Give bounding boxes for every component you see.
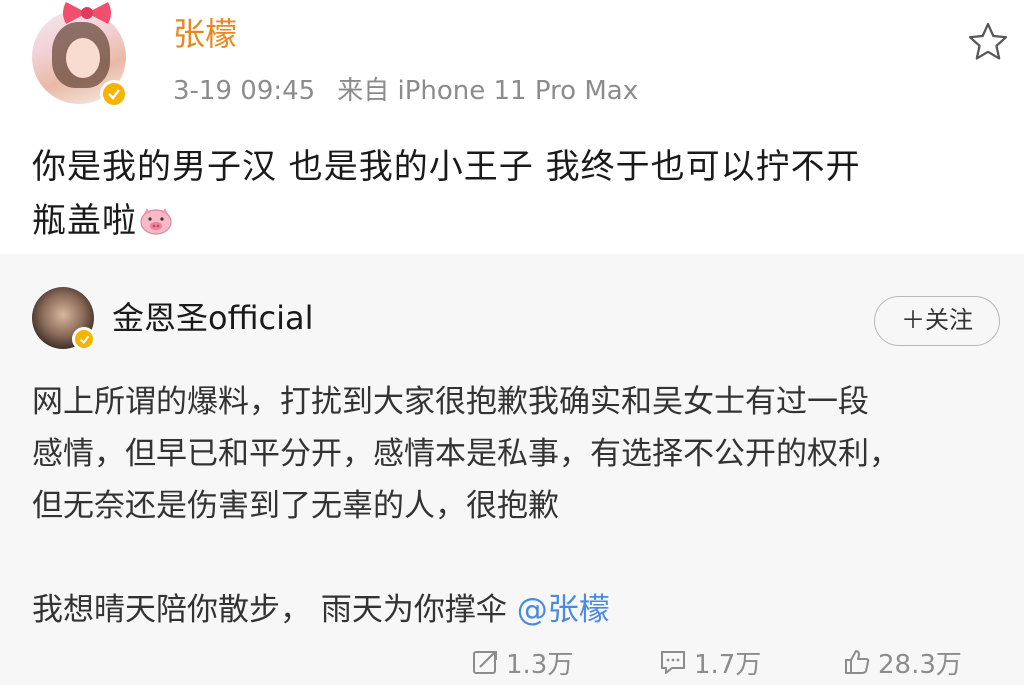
comment-button[interactable]: 1.7万 [658,642,761,682]
post-text: 你是我的男子汉 也是我的小王子 我终于也可以拧不开 瓶盖啦 [32,140,992,248]
comment-icon [661,651,685,674]
favorite-star-icon[interactable] [966,20,1010,64]
quoted-post-text: 网上所谓的爆料，打扰到大家很抱歉我确实和吴女士有过一段 感情，但早已和平分开，感… [32,376,1007,636]
pig-emoji-icon [140,208,172,235]
post-text-line-2: 瓶盖啦 [32,201,137,241]
avatar-face [66,38,100,78]
quoted-text-last: 我想晴天陪你散步， 雨天为你撑伞 [32,592,517,628]
quoted-text-line: 我想晴天陪你散步， 雨天为你撑伞 @张檬 [32,584,1007,636]
main-post: 张檬 3-19 09:45 来自 iPhone 11 Pro Max 你是我的男子… [0,0,1024,254]
like-button[interactable]: 28.3万 [842,642,962,682]
comment-count: 1.7万 [694,649,762,680]
author-name[interactable]: 张檬 [173,14,237,54]
quoted-text-line: 网上所谓的爆料，打扰到大家很抱歉我确实和吴女士有过一段 [32,384,869,420]
post-text-line: 瓶盖啦 [32,194,992,248]
post-meta: 3-19 09:45 来自 iPhone 11 Pro Max [173,74,638,108]
post-timestamp: 3-19 09:45 [173,76,316,106]
mention-link[interactable]: @张檬 [517,592,610,628]
repost-icon [473,651,497,674]
follow-button[interactable]: ＋关注 [874,296,1000,346]
post-source: 来自 iPhone 11 Pro Max [337,76,639,106]
quoted-post[interactable]: 金恩圣official ＋关注 网上所谓的爆料，打扰到大家很抱歉我确实和吴女士有… [0,254,1024,685]
quoted-author-name[interactable]: 金恩圣official [112,298,314,338]
verified-badge-icon [100,80,128,108]
verified-badge-icon [72,327,96,351]
repost-button[interactable]: 1.3万 [470,642,573,682]
like-count: 28.3万 [878,649,962,680]
thumbs-up-icon [845,650,870,674]
quoted-text-line: 感情，但早已和平分开，感情本是私事，有选择不公开的权利， [32,436,900,472]
action-bar: 1.3万 1.7万 28.3万 [0,642,1024,682]
author-avatar[interactable] [32,2,128,108]
repost-count: 1.3万 [506,649,574,680]
quoted-author-avatar[interactable] [32,287,96,351]
bow-icon [63,2,111,24]
quoted-text-line: 但无奈还是伤害到了无辜的人，很抱歉 [32,488,559,524]
post-text-line: 你是我的男子汉 也是我的小王子 我终于也可以拧不开 [32,147,861,187]
